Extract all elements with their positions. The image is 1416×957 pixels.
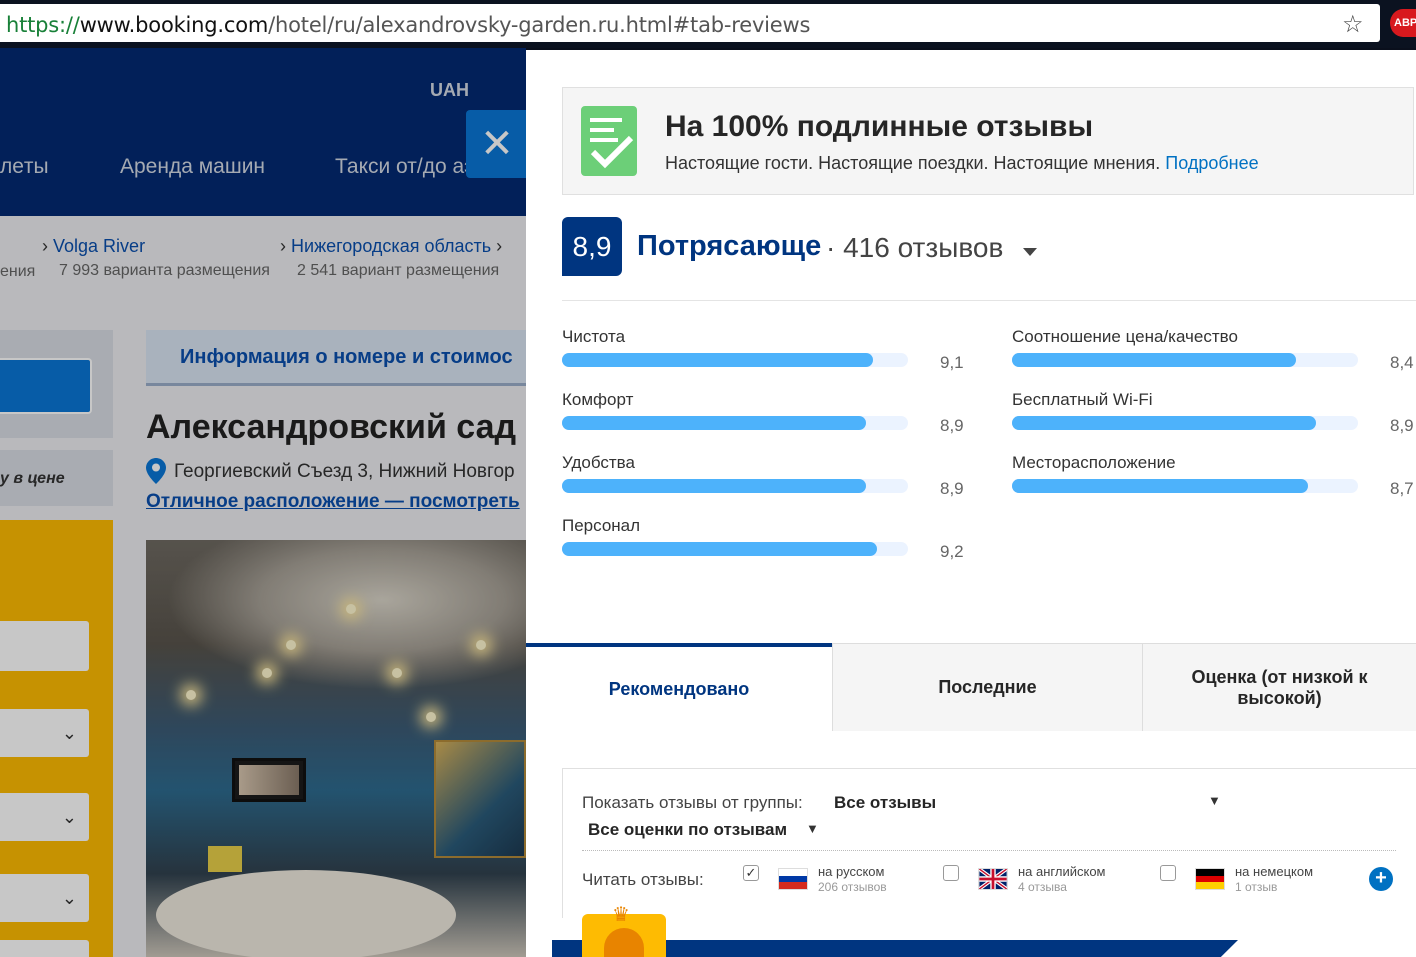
divider [562,300,1416,301]
category-value: 9,1 [940,353,964,372]
url-host: www.booking.com [79,13,269,37]
language-name: на русском [818,864,885,879]
verified-title: На 100% подлинные отзывы [665,110,1094,143]
dropdown-arrow-icon[interactable]: ▼ [806,821,819,836]
category-bar-fill [562,416,866,430]
background-page: UAH лeты Аренда машин Такси от/до аэ ✕ е… [0,48,526,957]
score-filter-select[interactable]: Все оценки по отзывам [588,820,787,840]
category-score-row: Соотношение цена/качество 8,4 [1012,327,1416,377]
category-label: Чистота [562,327,626,346]
category-value: 8,9 [940,416,964,435]
reviews-panel: На 100% подлинные отзывы Настоящие гости… [526,50,1416,957]
browser-toolbar: https://www.booking.com/hotel/ru/alexand… [0,0,1416,48]
category-value: 9,2 [940,542,964,561]
url-scheme: https:// [6,13,80,37]
tab-score-low-high[interactable]: Оценка (от низкой к высокой) [1142,643,1416,731]
language-count: 206 отзывов [818,880,887,894]
group-filter-select[interactable]: Все отзывы [834,793,936,813]
category-value: 8,7 [1390,479,1414,498]
review-count[interactable]: · 416 отзывов [826,232,1003,264]
language-name: на немецком [1235,864,1314,879]
badge-face [604,928,644,957]
category-value: 8,4 [1390,353,1414,372]
category-bar-fill [1012,416,1316,430]
language-count: 1 отзыв [1235,880,1278,894]
category-label: Месторасположение [1012,453,1176,472]
more-languages-plus-icon[interactable]: + [1369,867,1393,891]
category-bar-fill [1012,479,1309,493]
url-text[interactable]: https://www.booking.com/hotel/ru/alexand… [6,13,810,37]
language-filter-label: Читать отзывы: [582,870,704,889]
verified-document-icon [581,106,637,176]
category-bar-track [1012,479,1358,493]
category-label: Бесплатный Wi-Fi [1012,390,1153,409]
tab-recommended[interactable]: Рекомендовано [526,643,832,731]
category-label: Соотношение цена/качество [1012,327,1238,346]
group-filter-label: Показать отзывы от группы: [582,793,803,812]
category-bar-track [562,479,908,493]
category-bar-track [1012,353,1358,367]
sort-tabs: Рекомендовано Последние Оценка (от низко… [526,643,1416,731]
category-score-row: Комфорт 8,9 [562,390,982,440]
category-bar-track [562,353,908,367]
caret-down-icon[interactable] [1023,248,1037,256]
learn-more-link[interactable]: Подробнее [1165,153,1258,173]
category-score-row: Чистота 9,1 [562,327,982,377]
uk-flag-icon [978,868,1008,890]
reviewer-badge-icon: ♛ [582,904,666,957]
adblock-extension-icon[interactable]: ABP [1390,9,1416,37]
category-bar-fill [562,542,878,556]
language-count: 4 отзыва [1018,880,1067,894]
language-name: на английском [1018,864,1106,879]
verified-reviews-banner: На 100% подлинные отзывы Настоящие гости… [562,87,1414,195]
category-bar-fill [562,479,866,493]
category-score-row: Бесплатный Wi-Fi 8,9 [1012,390,1416,440]
checkbox-russian[interactable]: ✓ [743,865,759,881]
category-score-row: Персонал 9,2 [562,516,982,566]
category-bar-track [562,416,908,430]
review-score-badge: 8,9 [562,217,622,276]
verified-text: Настоящие гости. Настоящие поездки. Наст… [665,153,1259,173]
category-value: 8,9 [1390,416,1414,435]
checkbox-english[interactable] [943,865,959,881]
category-bar-fill [1012,353,1297,367]
category-value: 8,9 [940,479,964,498]
modal-overlay[interactable] [0,48,526,957]
address-bar[interactable]: https://www.booking.com/hotel/ru/alexand… [0,4,1380,42]
crown-icon: ♛ [612,904,630,926]
divider [582,850,1396,851]
category-bar-fill [562,353,874,367]
category-score-row: Месторасположение 8,7 [1012,453,1416,503]
category-label: Удобства [562,453,635,472]
category-label: Персонал [562,516,641,535]
tab-latest[interactable]: Последние [832,643,1142,731]
dropdown-arrow-icon[interactable]: ▼ [1208,793,1221,808]
category-bar-track [1012,416,1358,430]
germany-flag-icon [1195,868,1225,890]
star-icon[interactable]: ☆ [1342,13,1364,37]
checkbox-german[interactable] [1160,865,1176,881]
url-path: /hotel/ru/alexandrovsky-garden.ru.html#t… [268,13,811,37]
review-filters: Показать отзывы от группы: Все отзывы ▼ … [562,768,1416,918]
score-word[interactable]: Потрясающе [637,230,821,263]
category-bar-track [562,542,908,556]
russia-flag-icon [778,868,808,890]
category-score-row: Удобства 8,9 [562,453,982,503]
category-label: Комфорт [562,390,634,409]
